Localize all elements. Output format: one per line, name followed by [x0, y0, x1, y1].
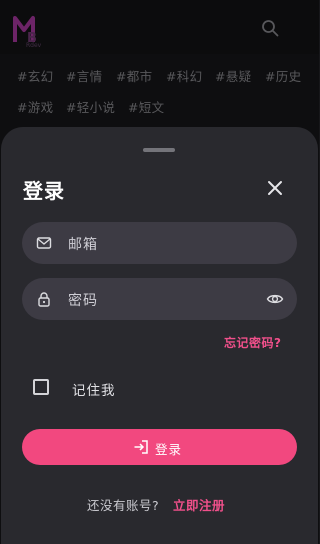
lock-icon — [38, 292, 50, 307]
drag-handle[interactable] — [143, 148, 175, 152]
remember-me-checkbox[interactable] — [33, 379, 49, 395]
email-placeholder: 邮箱 — [68, 237, 98, 253]
login-button-label: 登录 — [155, 442, 183, 457]
login-icon — [134, 440, 148, 454]
forgot-password-link[interactable]: 忘记密码? — [224, 334, 281, 351]
eye-icon[interactable] — [266, 290, 284, 308]
password-placeholder: 密码 — [68, 293, 98, 309]
signup-link[interactable]: 立即注册 — [173, 495, 225, 514]
no-account-text: 还没有账号? — [87, 498, 160, 513]
close-icon[interactable] — [265, 178, 285, 198]
signup-prompt: 还没有账号? 立即注册 — [1, 495, 318, 515]
email-field[interactable]: 邮箱 — [22, 222, 297, 264]
password-field[interactable]: 密码 — [22, 278, 297, 320]
remember-me-label[interactable]: 记住我 — [72, 379, 116, 399]
login-sheet: 登录 邮箱 密码 忘记密码? 记住我 登录 还没有账号? 立即注册 — [1, 127, 318, 544]
sheet-title: 登录 — [23, 179, 65, 203]
login-button[interactable]: 登录 — [22, 429, 297, 465]
mail-icon — [36, 237, 52, 249]
